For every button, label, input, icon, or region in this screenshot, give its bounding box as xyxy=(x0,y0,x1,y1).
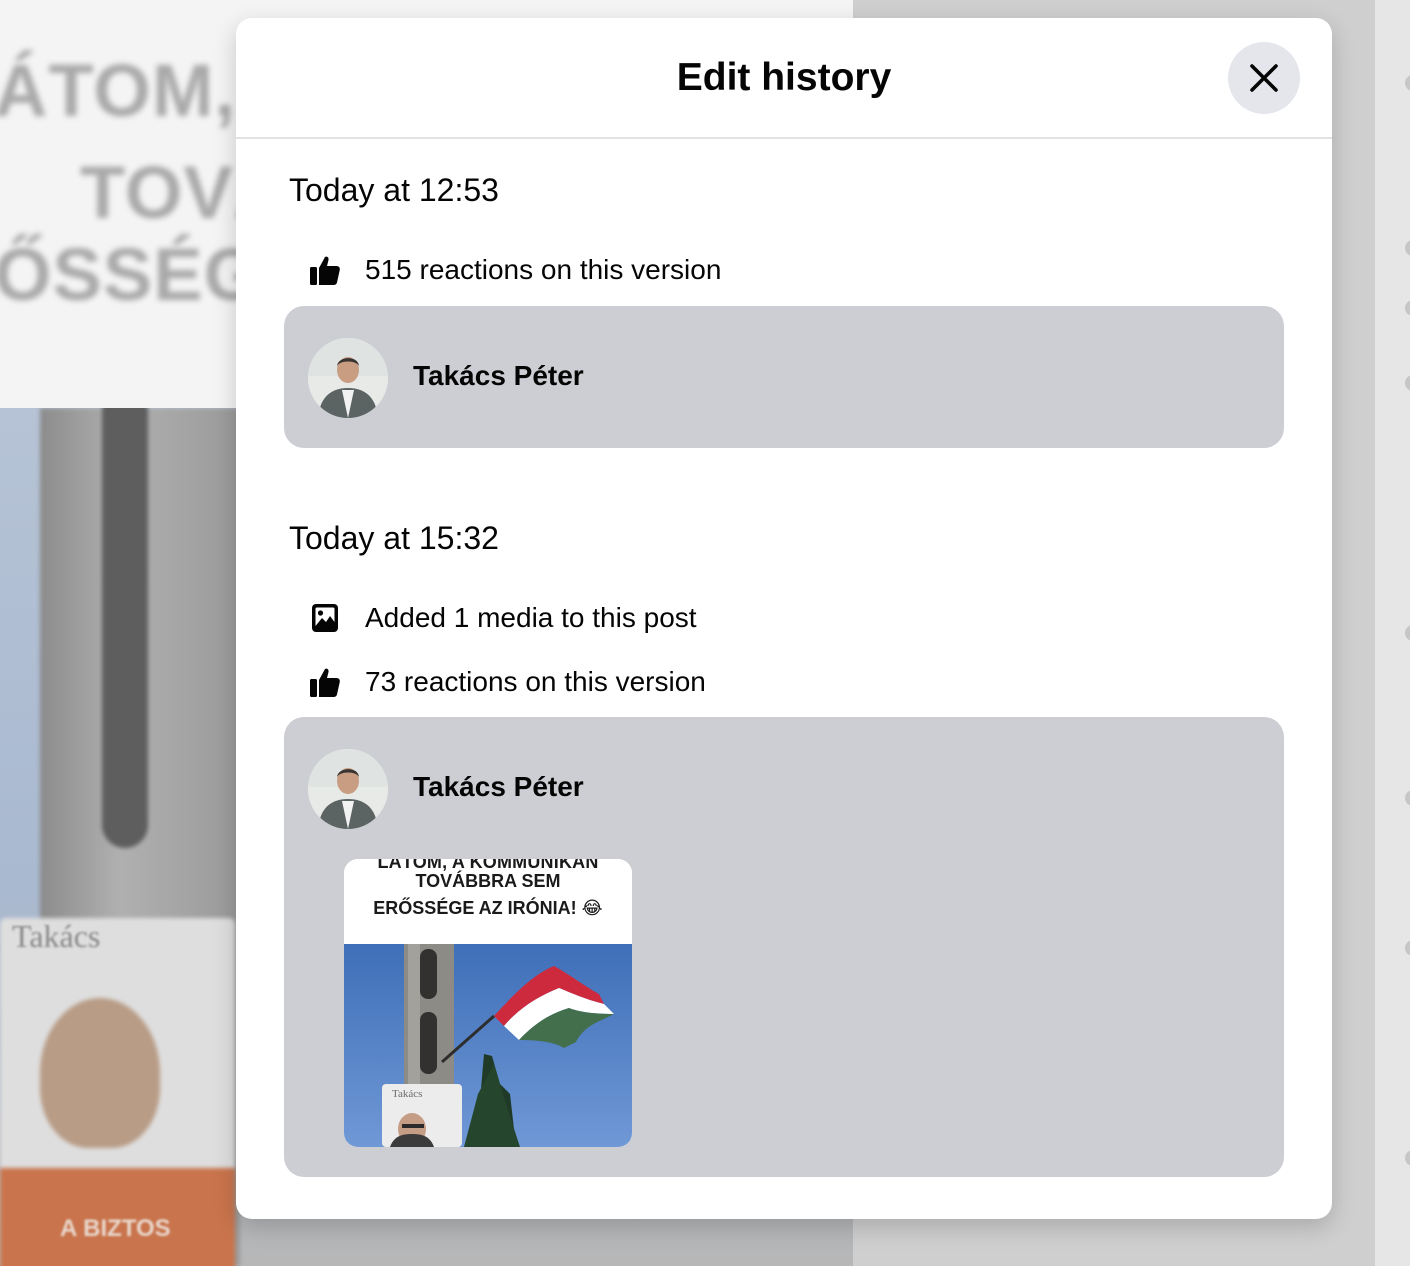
version-timestamp: Today at 15:32 xyxy=(289,520,499,556)
media-caption: LÁTOM, A KOMMUNIKÁN TOVÁBBRA SEM ERŐSSÉG… xyxy=(344,859,632,944)
thumbs-up-icon xyxy=(308,253,342,287)
avatar xyxy=(308,338,388,418)
edit-history-dialog: Edit history Today at 12:53 515 reaction… xyxy=(236,18,1332,1219)
background-poster-name: Takács xyxy=(12,918,101,954)
reactions-row: 73 reactions on this version xyxy=(308,662,706,702)
background-poster xyxy=(0,918,235,1266)
version-timestamp: Today at 12:53 xyxy=(289,172,499,208)
dialog-header: Edit history xyxy=(236,18,1332,139)
media-thumbnail[interactable]: LÁTOM, A KOMMUNIKÁN TOVÁBBRA SEM ERŐSSÉG… xyxy=(344,859,632,1147)
photo-icon xyxy=(308,601,342,635)
reactions-row: 515 reactions on this version xyxy=(308,250,721,290)
background-right-rail xyxy=(1375,0,1410,1266)
close-button[interactable] xyxy=(1228,42,1300,114)
reactions-count: 515 reactions on this version xyxy=(365,254,722,285)
version-card: Takács Péter xyxy=(284,306,1284,448)
version-card: Takács Péter LÁTOM, A KOMMUNIKÁN TOVÁBBR… xyxy=(284,717,1284,1177)
media-photo: Takács xyxy=(344,944,632,1147)
reactions-count: 73 reactions on this version xyxy=(365,666,706,697)
thumbs-up-icon xyxy=(308,665,342,699)
close-icon xyxy=(1250,64,1278,92)
media-caption-line-3: ERŐSSÉGE AZ IRÓNIA! 😂 xyxy=(373,898,603,918)
avatar xyxy=(308,749,388,829)
media-change-row: Added 1 media to this post xyxy=(308,598,697,638)
media-change-text: Added 1 media to this post xyxy=(365,602,697,633)
author-name: Takács Péter xyxy=(413,360,584,391)
author-name: Takács Péter xyxy=(413,771,584,802)
media-poster-text: Takács xyxy=(392,1088,422,1100)
background-poster-slogan: A BIZTOS xyxy=(60,1215,171,1242)
dialog-title: Edit history xyxy=(676,56,892,99)
media-caption-line-2: TOVÁBBRA SEM xyxy=(415,871,561,891)
